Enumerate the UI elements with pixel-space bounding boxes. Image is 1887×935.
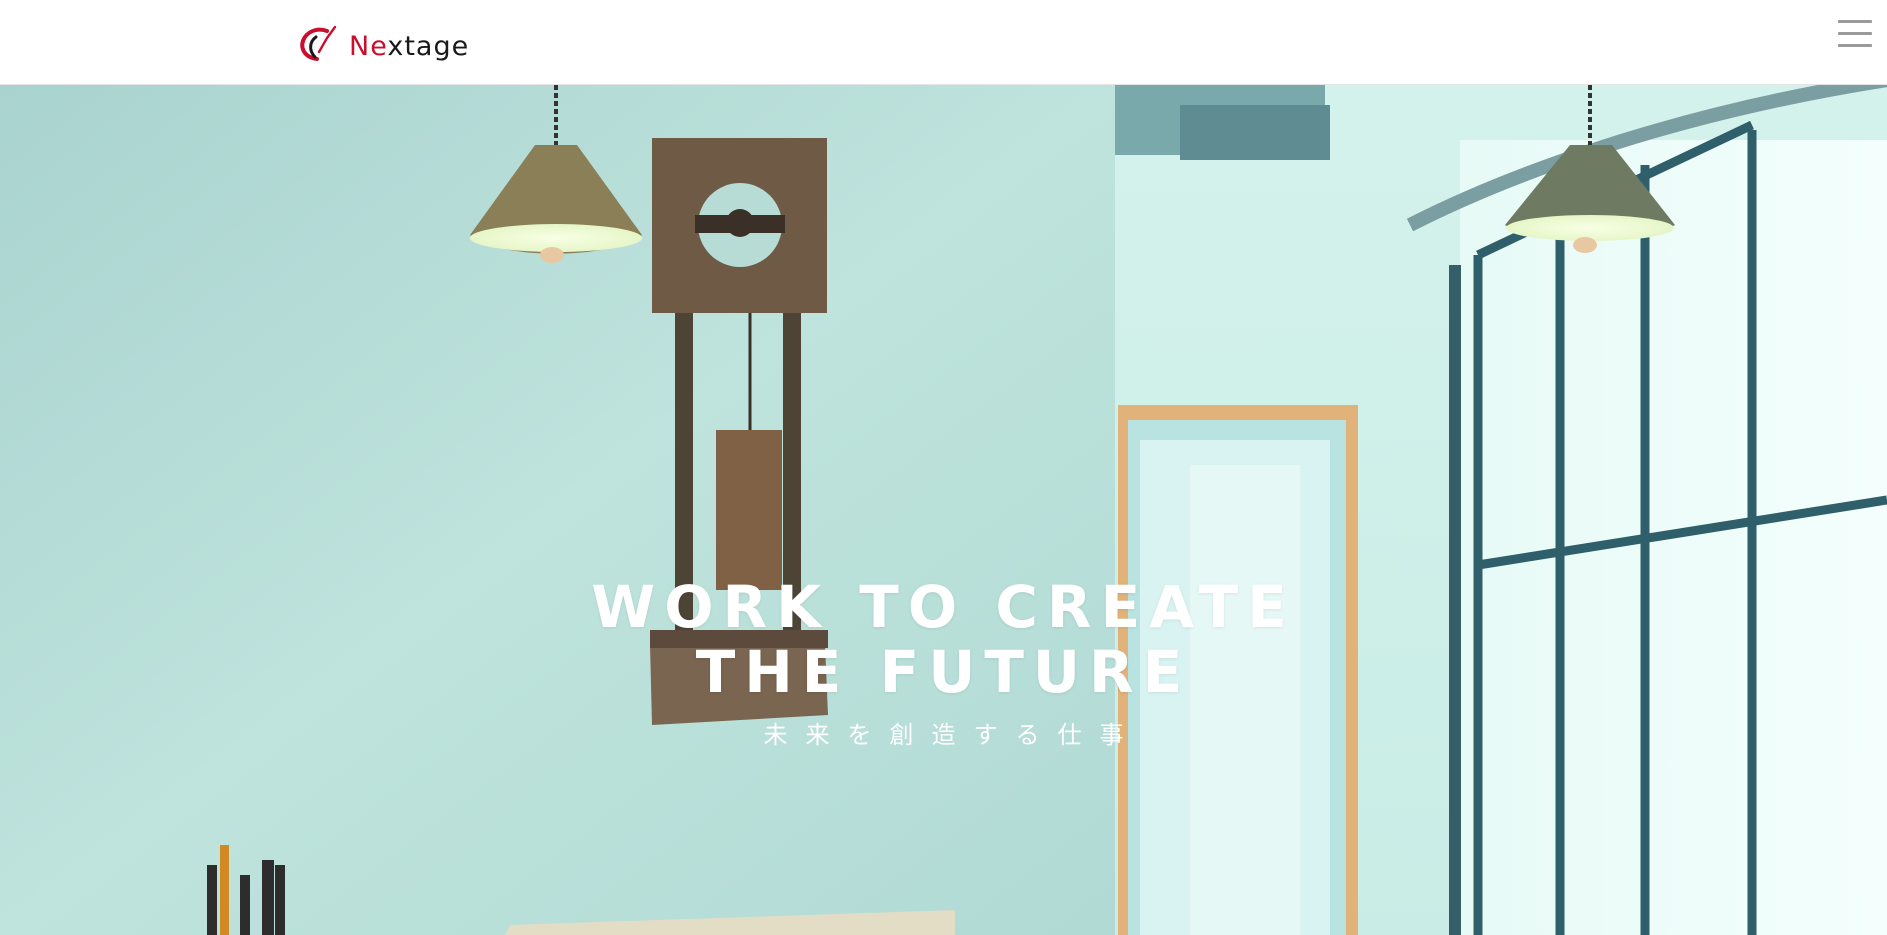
hero-headline-line2: THE FUTURE — [695, 638, 1192, 706]
hero-headline: WORK TO CREATE THE FUTURE — [0, 575, 1887, 705]
nextage-logo[interactable]: Nextage — [297, 24, 469, 64]
hero-tagline: WORK TO CREATE THE FUTURE 未来を創造する仕事 — [0, 575, 1887, 750]
hero-section: WORK TO CREATE THE FUTURE 未来を創造する仕事 — [0, 85, 1887, 935]
hamburger-menu-icon[interactable] — [1838, 20, 1874, 54]
hero-subline-japanese: 未来を創造する仕事 — [763, 721, 1142, 749]
logo-wordmark: Nextage — [349, 30, 470, 62]
hero-background-image — [0, 85, 1887, 935]
logo-swoosh-icon — [300, 25, 337, 61]
hero-headline-line1: WORK TO CREATE — [591, 573, 1296, 641]
site-header: Nextage — [0, 0, 1887, 85]
